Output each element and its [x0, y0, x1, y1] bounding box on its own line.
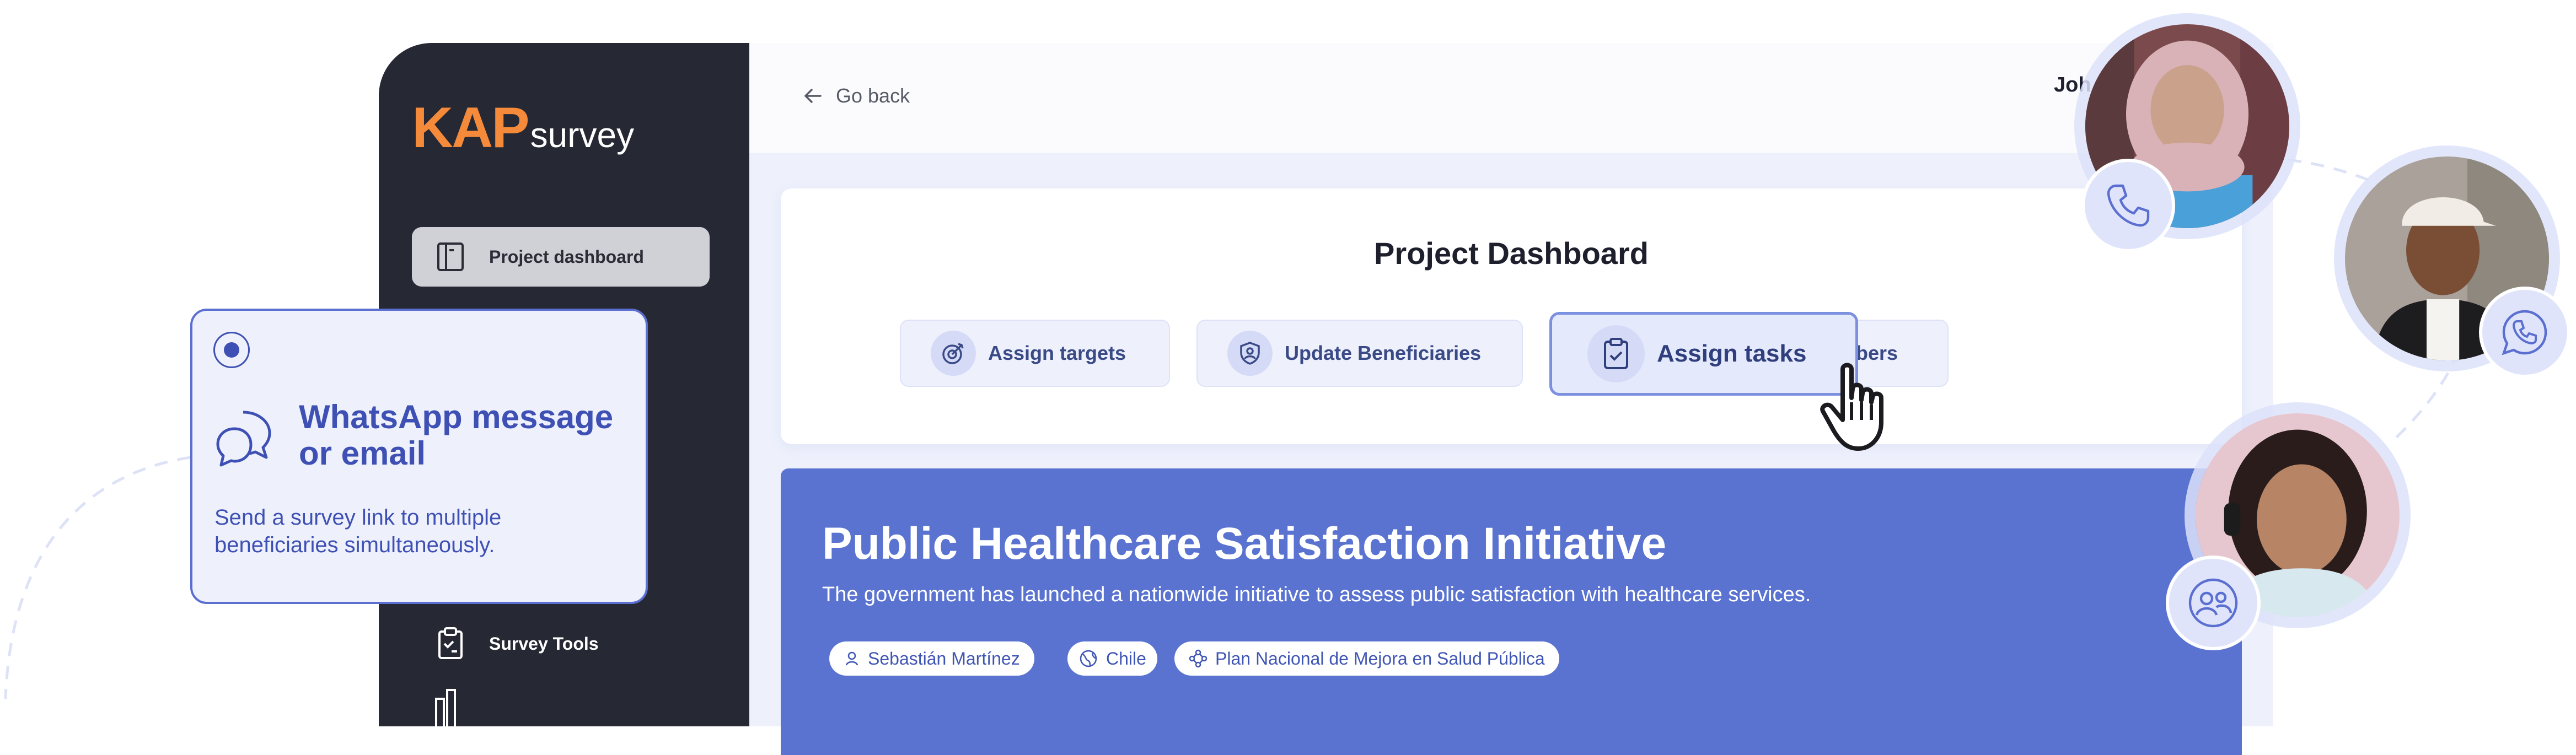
brand-survey: survey [530, 115, 635, 155]
target-icon [931, 331, 976, 376]
notebook-icon [434, 240, 467, 273]
tag-owner[interactable]: Sebastián Martínez [829, 641, 1034, 676]
tag-label: Plan Nacional de Mejora en Salud Pública [1215, 648, 1545, 668]
user-icon [845, 651, 858, 666]
sidebar-item-label: Survey Tools [489, 633, 599, 654]
arrow-left-icon [804, 89, 822, 103]
brand-logo: KAPsurvey [412, 95, 634, 161]
chart-icon [434, 688, 467, 726]
popup-description: Send a survey link to multiple beneficia… [214, 505, 502, 557]
tag-program[interactable]: Plan Nacional de Mejora en Salud Pública [1174, 641, 1559, 676]
network-icon [1189, 649, 1208, 668]
tag-country[interactable]: Chile [1067, 641, 1157, 676]
users-badge [2166, 556, 2261, 650]
tag-label: Sebastián Martínez [868, 648, 1020, 668]
assign-targets-button[interactable]: Assign targets [900, 320, 1170, 387]
go-back-link[interactable]: Go back [802, 84, 910, 107]
whatsapp-icon [2502, 310, 2547, 355]
top-bar: Go back Joh [749, 43, 2273, 153]
dashboard-content: Project Dashboard Assign targets Update … [781, 188, 2242, 444]
page-title: Project Dashboard [1374, 236, 1649, 271]
shield-user-icon [1227, 331, 1273, 376]
sidebar-item-project-dashboard[interactable]: Project dashboard [412, 227, 710, 287]
phone-badge [2081, 159, 2175, 252]
tag-label: Chile [1106, 648, 1146, 668]
action-label: Update Beneficiaries [1285, 342, 1482, 364]
project-title: Public Healthcare Satisfaction Initiativ… [822, 519, 1667, 569]
phone-icon [2107, 184, 2150, 227]
brand-kap: KAP [412, 96, 530, 160]
action-label: Assign tasks [1657, 340, 1807, 367]
action-label: Assign targets [988, 342, 1126, 364]
whatsapp-badge [2479, 287, 2570, 378]
sidebar-item-survey-tools[interactable]: Survey Tools [412, 614, 710, 673]
globe-icon [1080, 650, 1097, 667]
chat-bubbles-icon [216, 411, 271, 467]
project-banner: Public Healthcare Satisfaction Initiativ… [781, 468, 2242, 755]
sidebar-item-label: Project dashboard [489, 246, 644, 267]
clipboard-icon [434, 627, 467, 660]
radio-selected[interactable] [213, 332, 250, 368]
clipboard-check-icon [1587, 325, 1645, 382]
channel-popup[interactable]: WhatsApp message or email Send a survey … [190, 309, 648, 604]
project-description: The government has launched a nationwide… [822, 583, 1811, 606]
users-icon [2188, 578, 2238, 628]
hand-cursor-icon [1820, 363, 1883, 451]
update-beneficiaries-button[interactable]: Update Beneficiaries [1196, 320, 1523, 387]
popup-title: WhatsApp message or email [299, 398, 614, 472]
go-back-label: Go back [836, 84, 910, 107]
assign-tasks-button[interactable]: Assign tasks [1549, 312, 1858, 396]
